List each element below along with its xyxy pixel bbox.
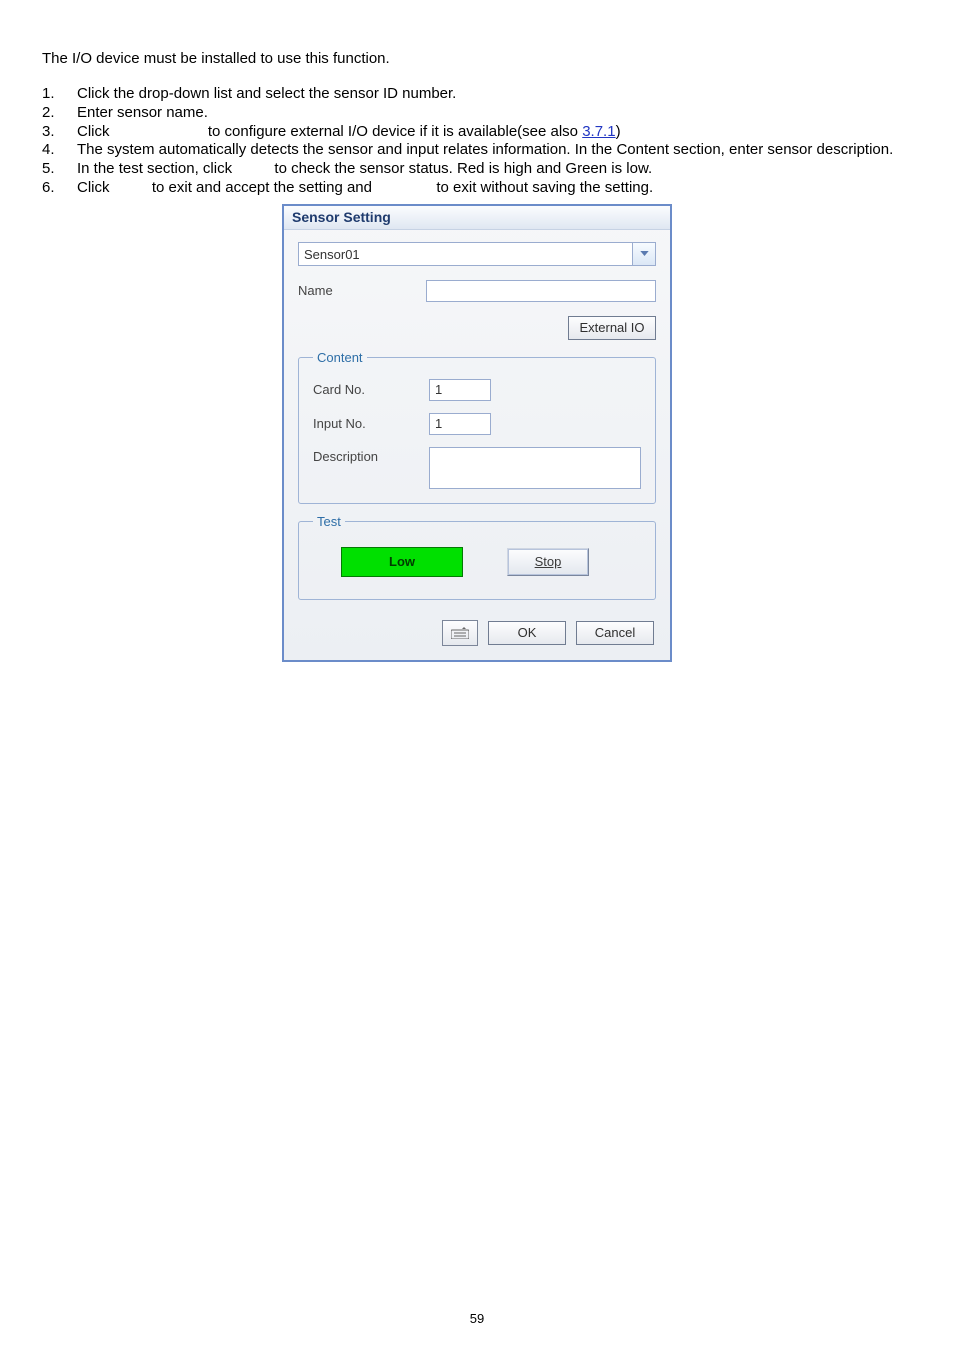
dialog-footer: OK Cancel [298,606,656,648]
name-input[interactable] [426,280,656,302]
test-group: Test Low Stop [298,514,656,600]
cross-reference-link[interactable]: 3.7.1 [582,123,615,140]
step-number: 2. [42,104,77,123]
content-legend: Content [313,350,367,365]
step-text: In the test section, click to check the … [77,160,912,179]
external-io-row: External IO [298,316,656,340]
document-body: The I/O device must be installed to use … [0,0,954,662]
step-text-b: to configure external I/O device if it i… [204,123,583,140]
card-no-label: Card No. [313,382,429,397]
step-text: Enter sensor name. [77,104,912,123]
step-text-a: Click [77,179,114,196]
sensor-setting-dialog: Sensor Setting Sensor01 Name External IO [282,204,672,662]
step-5: 5. In the test section, click to check t… [42,160,912,179]
step-text: The system automatically detects the sen… [77,141,912,160]
step-text-b: to exit and accept the setting and [148,179,377,196]
step-text-a: In the test section, click [77,160,236,177]
step-3: 3. Click to configure external I/O devic… [42,123,912,142]
test-legend: Test [313,514,345,529]
chevron-down-icon [640,251,649,256]
step-list: 1. Click the drop-down list and select t… [42,85,912,198]
step-2: 2. Enter sensor name. [42,104,912,123]
step-text-c: ) [616,123,621,140]
dropdown-button[interactable] [632,242,656,266]
step-number: 3. [42,123,77,142]
description-input[interactable] [429,447,641,489]
input-no-value: 1 [429,413,491,435]
dialog-title: Sensor Setting [284,206,670,230]
step-number: 4. [42,141,77,160]
test-inner: Low Stop [313,543,641,585]
step-number: 6. [42,179,77,198]
step-text-a: Click [77,123,114,140]
dialog-body: Sensor01 Name External IO Content Card N… [284,230,670,660]
keyboard-icon [451,627,469,639]
page-number: 59 [0,1311,954,1326]
on-screen-keyboard-button[interactable] [442,620,478,646]
card-no-row: Card No. 1 [313,379,641,401]
stop-button-wrap: Stop [507,548,589,576]
input-no-label: Input No. [313,416,429,431]
step-text: Click to exit and accept the setting and… [77,179,912,198]
input-no-row: Input No. 1 [313,413,641,435]
sensor-id-value: Sensor01 [298,242,632,266]
external-io-button[interactable]: External IO [568,316,656,340]
name-label: Name [298,283,426,298]
step-6: 6. Click to exit and accept the setting … [42,179,912,198]
cancel-button[interactable]: Cancel [576,621,654,645]
intro-text: The I/O device must be installed to use … [42,50,912,67]
step-text-b: to check the sensor status. Red is high … [270,160,652,177]
step-text-c: to exit without saving the setting. [432,179,653,196]
step-1: 1. Click the drop-down list and select t… [42,85,912,104]
description-label: Description [313,447,429,464]
step-4: 4. The system automatically detects the … [42,141,912,160]
card-no-value: 1 [429,379,491,401]
ok-button[interactable]: OK [488,621,566,645]
stop-button[interactable]: Stop [507,548,589,576]
dialog-figure: Sensor Setting Sensor01 Name External IO [42,204,912,662]
name-row: Name [298,280,656,302]
status-lamp: Low [341,547,463,577]
description-row: Description [313,447,641,489]
step-number: 1. [42,85,77,104]
sensor-id-dropdown[interactable]: Sensor01 [298,242,656,266]
step-text: Click to configure external I/O device i… [77,123,912,142]
step-number: 5. [42,160,77,179]
content-group: Content Card No. 1 Input No. 1 Descripti… [298,350,656,504]
step-text: Click the drop-down list and select the … [77,85,912,104]
